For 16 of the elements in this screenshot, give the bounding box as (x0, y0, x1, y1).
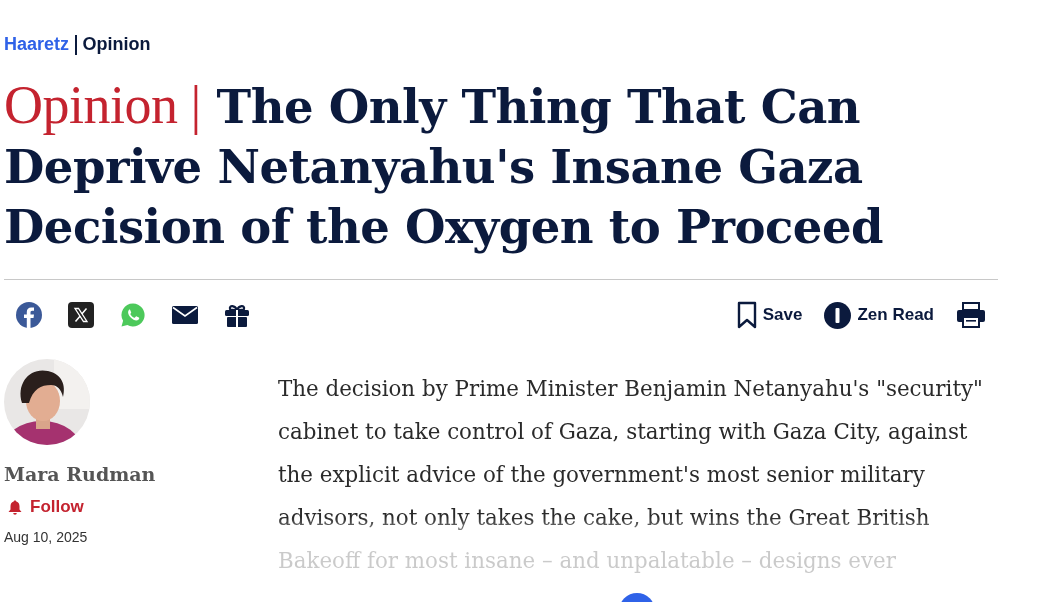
bookmark-icon (736, 301, 757, 329)
zen-read-icon (824, 301, 852, 329)
facebook-icon[interactable] (16, 302, 42, 328)
gift-icon[interactable] (224, 302, 250, 328)
save-button[interactable]: Save (736, 301, 803, 329)
follow-button[interactable]: Follow (4, 497, 84, 517)
brand-link[interactable]: Haaretz (4, 34, 70, 55)
publish-date: Aug 10, 2025 (4, 529, 88, 545)
print-icon[interactable] (956, 302, 986, 328)
zen-read-button[interactable]: Zen Read (824, 301, 934, 329)
author-name[interactable]: Mara Rudman (4, 463, 156, 485)
email-icon[interactable] (172, 305, 198, 325)
bell-icon (8, 499, 22, 515)
x-logo-icon[interactable] (68, 302, 94, 328)
section-link[interactable]: Opinion (82, 34, 151, 55)
headline: Opinion | The Only Thing That Can Deprive Netanyahu's Insane Gaza Decision of the Oxygen to Proceed (4, 75, 884, 256)
